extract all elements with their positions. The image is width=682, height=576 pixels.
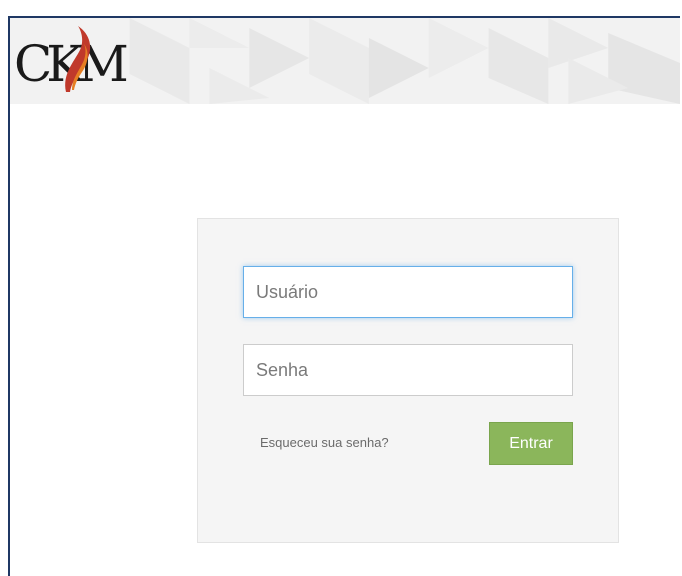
password-field[interactable]: [243, 344, 573, 396]
ckm-logo[interactable]: CKM: [14, 24, 134, 94]
flame-icon: [65, 26, 91, 92]
page-frame: CKM Esqueceu sua senha? Entrar: [8, 16, 680, 576]
header-banner: CKM: [10, 18, 680, 104]
forgot-password-link[interactable]: Esqueceu sua senha?: [260, 435, 389, 450]
login-button[interactable]: Entrar: [489, 422, 573, 465]
login-card: Esqueceu sua senha? Entrar: [197, 218, 619, 543]
username-field[interactable]: [243, 266, 573, 318]
